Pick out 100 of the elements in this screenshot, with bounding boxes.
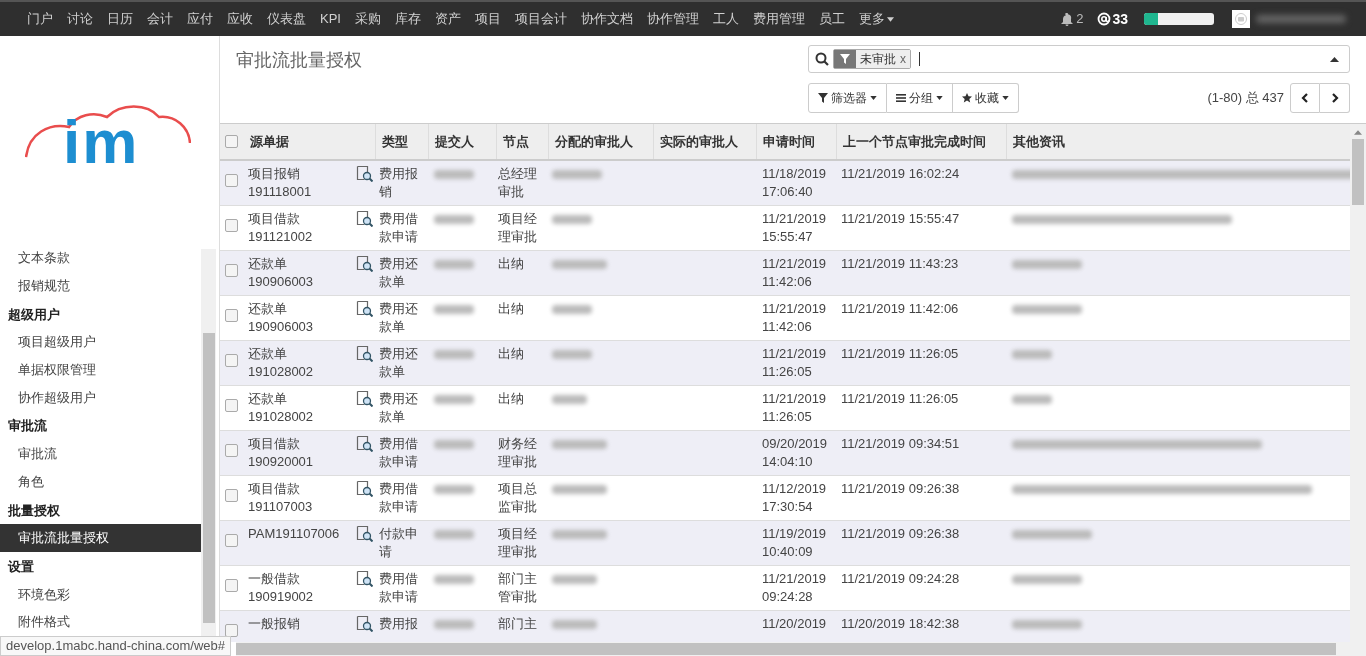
horizontal-scrollbar[interactable] [236, 642, 1366, 656]
facet-remove[interactable]: x [900, 50, 910, 68]
row-checkbox[interactable] [225, 578, 238, 592]
nav-menu-item[interactable]: 资产 [427, 9, 468, 29]
nav-menu-item[interactable]: 员工 [811, 9, 852, 29]
previous-page-button[interactable] [1290, 83, 1320, 113]
sidebar-item[interactable]: 单据权限管理 [0, 355, 201, 384]
row-checkbox[interactable] [225, 488, 238, 502]
nav-menu-item[interactable]: 协作管理 [639, 9, 706, 29]
redacted-text [1012, 259, 1082, 269]
row-checkbox[interactable] [225, 308, 238, 322]
column-header[interactable]: 上一个节点审批完成时间 [836, 124, 1006, 160]
mentions-button[interactable]: 33 [1097, 8, 1128, 30]
document-magnifier-icon [356, 209, 373, 227]
table-cell: 11/21/2019 09:24:28 [836, 565, 1006, 610]
scrollbar-thumb[interactable] [202, 333, 215, 623]
row-checkbox[interactable] [225, 263, 238, 277]
row-checkbox[interactable] [225, 533, 238, 547]
row-checkbox[interactable] [225, 174, 238, 187]
sidebar-item[interactable]: 环境色彩 [0, 580, 201, 609]
select-all-checkbox[interactable] [225, 135, 238, 148]
row-checkbox[interactable] [225, 398, 238, 412]
sidebar-item[interactable]: 报销规范 [0, 271, 201, 300]
column-header[interactable]: 申请时间 [756, 124, 836, 160]
nav-menu-item[interactable]: 更多 [851, 9, 901, 29]
table-cell: 11/20/2019 [756, 610, 836, 642]
column-header[interactable]: 节点 [496, 124, 548, 160]
source-document: 还款单 191028002 [248, 389, 315, 426]
document-magnifier-icon [356, 434, 373, 452]
sidebar-item[interactable]: 协作超级用户 [0, 383, 201, 412]
table-cell: 11/21/2019 09:26:38 [836, 475, 1006, 520]
search-field[interactable]: 未审批 x [808, 45, 1350, 73]
sidebar-item[interactable]: 角色 [0, 467, 201, 496]
dropdown-button[interactable]: 筛选器 [808, 83, 887, 113]
nav-menu-item[interactable]: 门户 [20, 9, 60, 29]
nav-menu-item[interactable]: 工人 [705, 9, 746, 29]
sidebar-item[interactable]: 附件格式 [0, 608, 201, 636]
redacted-text [434, 214, 474, 224]
redacted-text [552, 170, 602, 179]
sidebar-item[interactable]: 审批流 [0, 440, 201, 468]
table-cell: 出纳 [496, 250, 548, 295]
table-cell: 费用借款申请 [375, 205, 428, 250]
nav-menu-item[interactable]: 协作文档 [573, 9, 640, 29]
scrollbar[interactable] [201, 249, 216, 636]
table-cell: 11/12/2019 17:30:54 [756, 475, 836, 520]
table-cell: 11/19/2019 10:40:09 [756, 520, 836, 565]
column-header[interactable]: 源单据 [244, 124, 375, 160]
camera-icon [1235, 13, 1247, 25]
redacted-text [552, 484, 607, 494]
nav-menu-item[interactable]: 费用管理 [745, 9, 812, 29]
column-header[interactable]: 分配的审批人 [548, 124, 653, 160]
redacted-text [552, 304, 592, 314]
filter-facet[interactable]: 未审批 x [833, 49, 911, 69]
scrollbar-thumb[interactable] [236, 643, 1336, 655]
source-document: 一般借款 190919002 [248, 569, 315, 606]
funnel-icon [840, 54, 850, 64]
nav-menu-item[interactable]: 日历 [100, 9, 140, 29]
nav-menu-item[interactable]: 应付 [180, 9, 220, 29]
row-checkbox[interactable] [225, 443, 238, 457]
table-cell: 费用报 [375, 610, 428, 642]
column-header[interactable]: 类型 [375, 124, 428, 160]
document-magnifier-icon [356, 299, 373, 317]
table-cell: 11/21/2019 11:42:06 [756, 295, 836, 340]
table-cell: 费用还款单 [375, 295, 428, 340]
next-page-button[interactable] [1320, 83, 1350, 113]
redacted-text [552, 214, 592, 224]
nav-menu-item[interactable]: 应收 [220, 9, 260, 29]
notifications-button[interactable]: 2 [1061, 9, 1084, 29]
nav-menu-item[interactable]: 会计 [140, 9, 180, 29]
table-cell: 部门主管审批 [496, 565, 548, 610]
nav-menu-item[interactable]: KPI [313, 9, 348, 29]
nav-menu-item[interactable]: 项目 [467, 9, 508, 29]
scrollbar[interactable] [1350, 124, 1366, 642]
nav-menu-item[interactable]: 库存 [387, 9, 428, 29]
scrollbar-thumb[interactable] [1352, 139, 1364, 205]
sidebar-item[interactable]: 文本条款 [0, 244, 201, 272]
avatar[interactable] [1232, 10, 1250, 28]
column-header[interactable]: 提交人 [428, 124, 496, 160]
table-cell: 部门主 [496, 610, 548, 642]
sidebar-item[interactable]: 项目超级用户 [0, 328, 201, 356]
sidebar-item[interactable]: 审批流批量授权 [0, 524, 201, 552]
nav-menu-item[interactable]: 项目会计 [507, 9, 574, 29]
row-checkbox[interactable] [225, 623, 238, 637]
row-checkbox[interactable] [225, 353, 238, 367]
redacted-text [434, 574, 474, 584]
table-cell: 11/21/2019 09:34:51 [836, 430, 1006, 475]
document-magnifier-icon [356, 479, 373, 497]
dropdown-button[interactable]: 收藏 [953, 83, 1019, 113]
column-header[interactable]: 实际的审批人 [653, 124, 756, 160]
nav-menu-item[interactable]: 仪表盘 [260, 9, 313, 29]
document-magnifier-icon [356, 165, 373, 182]
table-cell: 出纳 [496, 295, 548, 340]
facet-label: 未审批 [856, 50, 900, 68]
row-checkbox[interactable] [225, 218, 238, 232]
nav-menu-item[interactable]: 采购 [347, 9, 388, 29]
chevron-left-icon [1300, 93, 1310, 103]
search-icon [815, 52, 829, 66]
table-cell: 11/21/2019 09:24:28 [756, 565, 836, 610]
dropdown-button[interactable]: 分组 [887, 83, 953, 113]
nav-menu-item[interactable]: 讨论 [60, 9, 100, 29]
